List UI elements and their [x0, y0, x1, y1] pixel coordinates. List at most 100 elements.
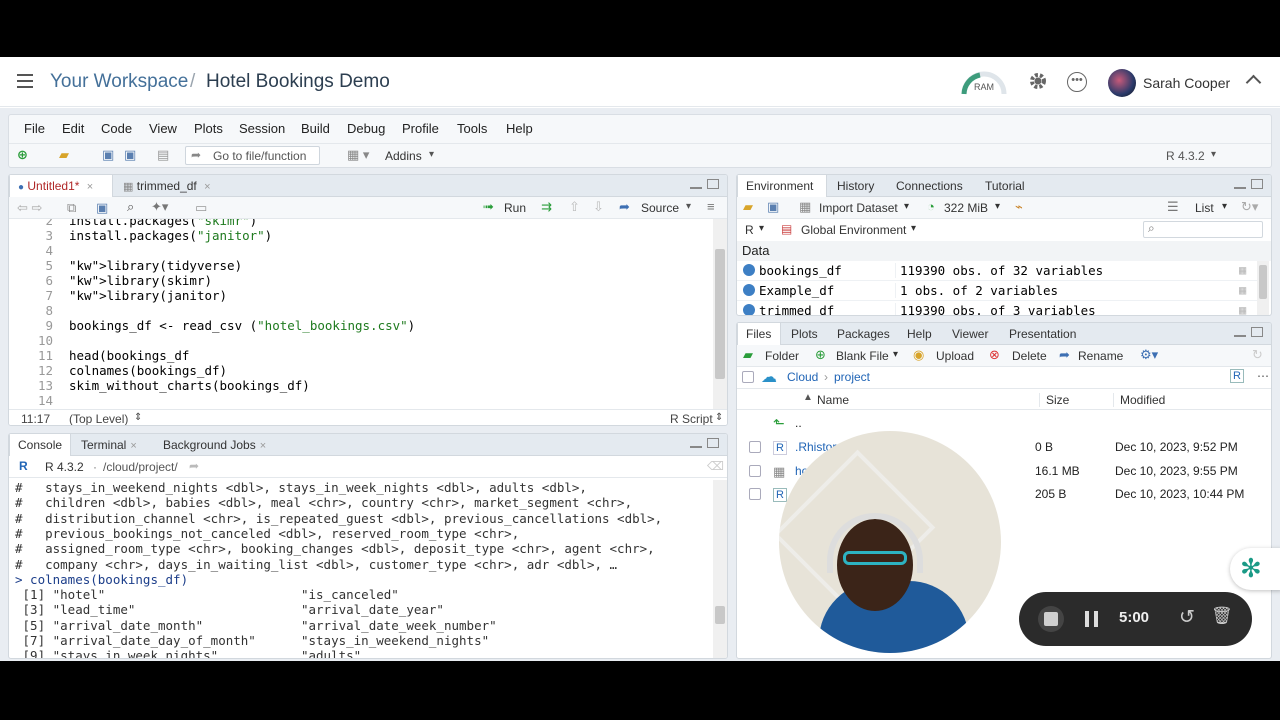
- menu-debug[interactable]: Debug: [347, 121, 385, 136]
- addins-menu[interactable]: Addins: [385, 149, 422, 163]
- expand-icon[interactable]: [743, 264, 755, 276]
- menu-plots[interactable]: Plots: [194, 121, 223, 136]
- save-icon[interactable]: ▣: [767, 199, 779, 215]
- view-table-icon[interactable]: ▦: [1239, 263, 1246, 277]
- environment-scrollbar[interactable]: [1257, 261, 1269, 315]
- rename-icon[interactable]: ➦: [1059, 347, 1070, 363]
- breadcrumb-workspace[interactable]: Your Workspace: [50, 71, 188, 93]
- expand-icon[interactable]: [743, 284, 755, 296]
- new-folder-button[interactable]: Folder: [765, 349, 799, 363]
- column-name[interactable]: Name: [817, 393, 849, 407]
- memory-usage[interactable]: 322 MiB: [944, 201, 988, 215]
- compile-icon[interactable]: ▭: [195, 200, 207, 216]
- tab-untitled1[interactable]: ● Untitled1* ×: [9, 175, 113, 197]
- breadcrumb-project[interactable]: project: [834, 370, 870, 384]
- tab-viewer[interactable]: Viewer: [944, 323, 996, 345]
- load-workspace-icon[interactable]: ▰: [743, 199, 753, 215]
- magic-wand-icon[interactable]: ✦▾: [151, 199, 168, 215]
- editor-scrollbar[interactable]: [713, 219, 727, 409]
- grid-layout-icon[interactable]: ▦ ▾: [347, 147, 369, 163]
- menu-build[interactable]: Build: [301, 121, 330, 136]
- view-table-icon[interactable]: ▦: [1239, 283, 1246, 297]
- more-icon[interactable]: ⋯: [1257, 369, 1269, 383]
- menu-help[interactable]: Help: [506, 121, 533, 136]
- hamburger-menu-icon[interactable]: [17, 74, 33, 88]
- tab-background-jobs[interactable]: Background Jobs ×: [155, 434, 274, 456]
- broom-icon[interactable]: ⌁: [1015, 199, 1023, 215]
- outline-icon[interactable]: ≡: [707, 199, 715, 214]
- source-chevron-icon[interactable]: ▾: [686, 201, 691, 212]
- menu-tools[interactable]: Tools: [457, 121, 487, 136]
- run-arrow-icon[interactable]: ➟: [483, 199, 494, 215]
- new-file-icon[interactable]: ⊕: [17, 147, 28, 163]
- close-icon[interactable]: ×: [260, 440, 266, 452]
- view-table-icon[interactable]: ▦: [1239, 303, 1246, 315]
- tab-plots[interactable]: Plots: [783, 323, 826, 345]
- print-icon[interactable]: ▤: [157, 147, 169, 163]
- environment-row[interactable]: bookings_df 119390 obs. of 32 variables ▦: [737, 261, 1257, 281]
- language-select[interactable]: R: [745, 223, 754, 237]
- restart-icon[interactable]: ↺: [1179, 606, 1195, 629]
- environment-row[interactable]: Example_df 1 obs. of 2 variables ▦: [737, 281, 1257, 301]
- upload-button[interactable]: Upload: [936, 349, 974, 363]
- down-arrow-icon[interactable]: ⇩: [593, 199, 604, 215]
- tab-console[interactable]: Console: [9, 434, 71, 456]
- menu-edit[interactable]: Edit: [62, 121, 84, 136]
- pause-icon[interactable]: [1085, 611, 1099, 627]
- tab-help[interactable]: Help: [899, 323, 940, 345]
- select-all-checkbox[interactable]: [742, 371, 754, 383]
- tab-presentation[interactable]: Presentation: [1001, 323, 1084, 345]
- refresh-icon[interactable]: ↻▾: [1241, 199, 1258, 215]
- delete-icon[interactable]: ⊗: [989, 347, 1000, 363]
- breadcrumb-cloud[interactable]: Cloud: [787, 370, 818, 384]
- console-window-buttons[interactable]: [685, 438, 719, 451]
- r-project-icon[interactable]: R: [1230, 369, 1244, 383]
- more-gear-icon[interactable]: ⚙▾: [1140, 347, 1158, 363]
- rerun-icon[interactable]: ⇉: [541, 199, 552, 215]
- file-type[interactable]: R Script: [670, 412, 713, 425]
- assistant-icon[interactable]: ✻: [1230, 548, 1280, 590]
- avatar[interactable]: [1108, 69, 1136, 97]
- source-arrow-icon[interactable]: ➦: [619, 199, 630, 215]
- up-arrow-icon[interactable]: ⇧: [569, 199, 580, 215]
- file-checkbox[interactable]: [749, 464, 761, 477]
- blank-file-icon[interactable]: ⊕: [815, 347, 826, 363]
- environment-row[interactable]: trimmed_df 119390 obs. of 3 variables ▦: [737, 301, 1257, 315]
- tab-terminal[interactable]: Terminal ×: [73, 434, 145, 456]
- ram-gauge[interactable]: RAM: [960, 70, 1008, 96]
- rename-button[interactable]: Rename: [1078, 349, 1123, 363]
- menu-profile[interactable]: Profile: [402, 121, 439, 136]
- scrollbar-thumb[interactable]: [1259, 265, 1267, 299]
- delete-button[interactable]: Delete: [1012, 349, 1047, 363]
- save-icon[interactable]: ▣: [96, 200, 108, 216]
- environment-search-input[interactable]: ⌕: [1143, 221, 1263, 238]
- menu-session[interactable]: Session: [239, 121, 285, 136]
- scope-indicator[interactable]: (Top Level): [69, 412, 128, 425]
- scrollbar-thumb[interactable]: [715, 606, 725, 624]
- tab-files[interactable]: Files: [737, 323, 781, 345]
- code-editor[interactable]: 2 install.packages("skimr") 3 install.packa…: [9, 219, 711, 409]
- menu-file[interactable]: File: [24, 121, 45, 136]
- save-all-icon[interactable]: ▣: [124, 147, 136, 163]
- console-output[interactable]: # stays_in_weekend_nights <dbl>, stays_i…: [9, 480, 711, 658]
- file-checkbox[interactable]: [749, 441, 761, 453]
- memory-pie-icon[interactable]: ◔: [927, 199, 935, 214]
- upload-icon[interactable]: ◉: [913, 347, 924, 363]
- console-path[interactable]: /cloud/project/: [103, 460, 178, 474]
- save-icon[interactable]: ▣: [102, 147, 114, 163]
- import-dataset-button[interactable]: Import Dataset: [819, 201, 898, 215]
- parent-dir-row[interactable]: ⬑ ..: [737, 412, 1271, 435]
- run-button[interactable]: Run: [504, 201, 526, 215]
- menu-view[interactable]: View: [149, 121, 177, 136]
- trash-icon[interactable]: 🗑: [1211, 606, 1233, 626]
- show-in-window-icon[interactable]: ⧉: [67, 200, 76, 216]
- refresh-icon[interactable]: ↻: [1252, 347, 1263, 363]
- view-mode-menu[interactable]: List: [1195, 201, 1214, 215]
- r-version-menu[interactable]: R 4.3.2: [1166, 149, 1205, 163]
- console-scrollbar[interactable]: [713, 480, 727, 658]
- tab-packages[interactable]: Packages: [829, 323, 898, 345]
- open-folder-icon[interactable]: ▰: [59, 147, 69, 163]
- chevron-up-icon[interactable]: [1245, 74, 1262, 91]
- goto-file-input[interactable]: ➦ Go to file/function: [185, 146, 320, 165]
- tab-tutorial[interactable]: Tutorial: [977, 175, 1033, 197]
